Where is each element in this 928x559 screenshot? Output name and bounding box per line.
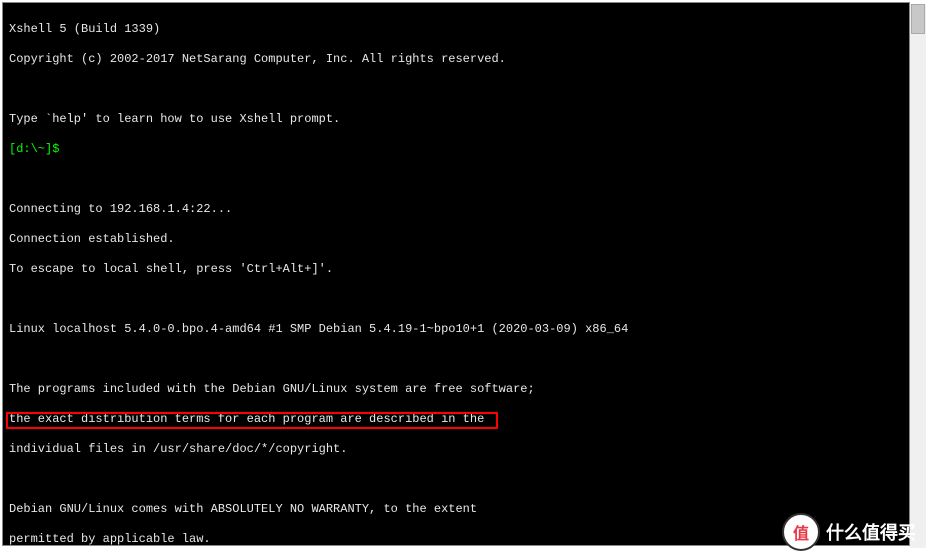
escape-hint: To escape to local shell, press 'Ctrl+Al… <box>9 262 903 277</box>
connection-established: Connection established. <box>9 232 903 247</box>
blank-line <box>9 472 903 487</box>
blank-line <box>9 292 903 307</box>
copyright-line: Copyright (c) 2002-2017 NetSarang Comput… <box>9 52 903 67</box>
blank-line <box>9 82 903 97</box>
watermark: 值 什么值得买 <box>782 513 916 551</box>
motd-line: permitted by applicable law. <box>9 532 903 546</box>
help-line: Type `help' to learn how to use Xshell p… <box>9 112 903 127</box>
blank-line <box>9 352 903 367</box>
blank-line <box>9 172 903 187</box>
motd-line: The programs included with the Debian GN… <box>9 382 903 397</box>
watermark-badge-icon: 值 <box>782 513 820 551</box>
app-title: Xshell 5 (Build 1339) <box>9 22 903 37</box>
terminal-window[interactable]: Xshell 5 (Build 1339) Copyright (c) 2002… <box>2 2 910 546</box>
scrollbar-thumb[interactable] <box>911 4 925 34</box>
local-prompt: [d:\~]$ <box>9 142 59 156</box>
watermark-text: 什么值得买 <box>826 519 916 545</box>
connecting-line: Connecting to 192.168.1.4:22... <box>9 202 903 217</box>
motd-line: Debian GNU/Linux comes with ABSOLUTELY N… <box>9 502 903 517</box>
motd-line: individual files in /usr/share/doc/*/cop… <box>9 442 903 457</box>
motd-line: the exact distribution terms for each pr… <box>9 412 903 427</box>
vertical-scrollbar[interactable] <box>910 4 926 548</box>
system-info: Linux localhost 5.4.0-0.bpo.4-amd64 #1 S… <box>9 322 903 337</box>
